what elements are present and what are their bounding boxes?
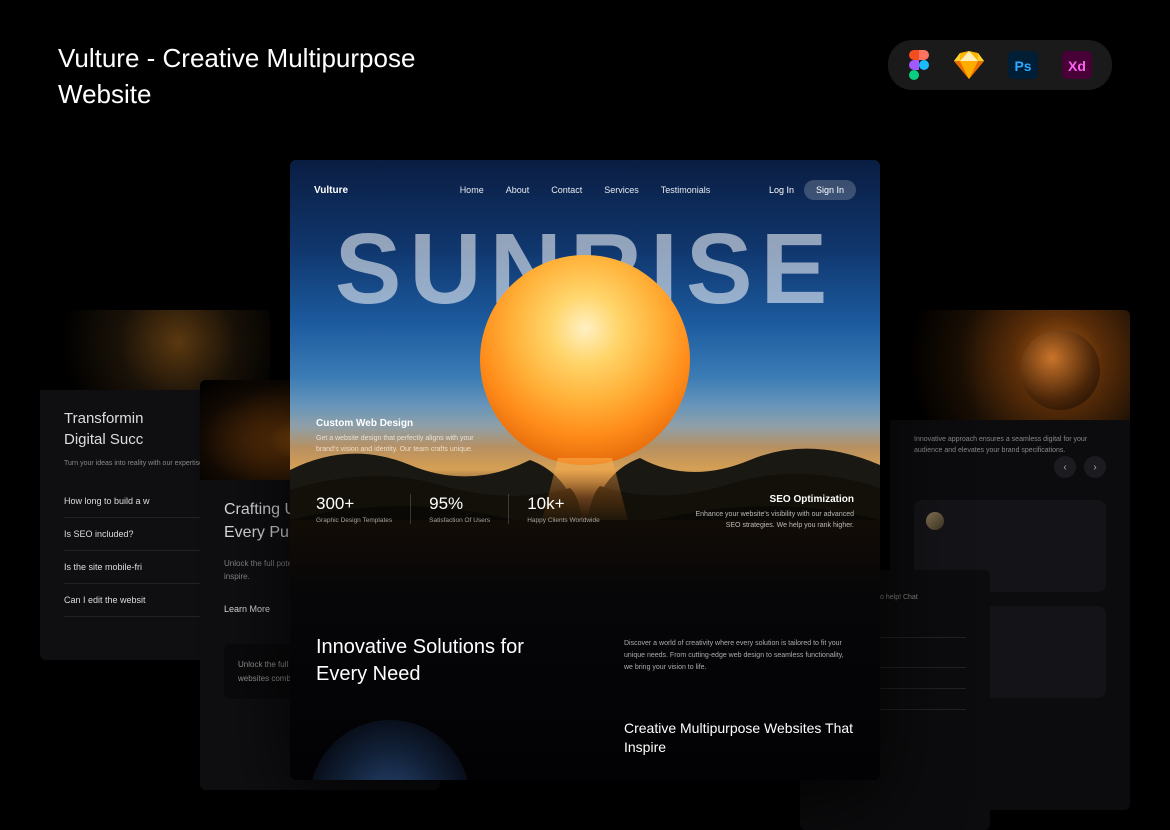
nav-home[interactable]: Home	[460, 185, 484, 195]
stat-label: Happy Clients Worldwide	[527, 517, 600, 524]
feature-title: SEO Optimization	[684, 494, 854, 505]
next-arrow-button[interactable]: ›	[1084, 456, 1106, 478]
stat-label: Graphic Design Templates	[316, 517, 392, 524]
innovative-desc: Discover a world of creativity where eve…	[624, 638, 854, 674]
stat-item: 95% Satisfaction Of Users	[411, 494, 509, 524]
photoshop-icon: Ps	[1008, 51, 1038, 79]
stat-item: 300+ Graphic Design Templates	[316, 494, 411, 524]
tool-badges: Ps Xd	[888, 40, 1112, 90]
bottom-title: Creative Multipurpose Websites That Insp…	[624, 719, 854, 758]
feature-desc: Enhance your website's visibility with o…	[684, 510, 854, 531]
figma-icon	[908, 50, 930, 80]
product-title: Vulture - Creative Multipurpose Website	[58, 40, 488, 113]
prev-arrow-button[interactable]: ‹	[1054, 456, 1076, 478]
stat-label: Satisfaction Of Users	[429, 517, 490, 524]
nav-contact[interactable]: Contact	[551, 185, 582, 195]
login-button[interactable]: Log In	[769, 185, 794, 195]
stat-number: 300+	[316, 494, 392, 514]
bc-frag: Innovative approach ensures a seamless d…	[914, 434, 1106, 456]
svg-text:Xd: Xd	[1068, 58, 1086, 74]
innovative-title: Innovative Solutions for Every Need	[316, 634, 546, 688]
stat-number: 10k+	[527, 494, 600, 514]
xd-icon: Xd	[1062, 51, 1092, 79]
space-image	[40, 310, 270, 390]
svg-text:Ps: Ps	[1014, 58, 1031, 74]
avatar	[926, 512, 944, 530]
signin-button[interactable]: Sign In	[804, 180, 856, 200]
nav-about[interactable]: About	[506, 185, 530, 195]
stat-item: 10k+ Happy Clients Worldwide	[509, 494, 618, 524]
nav-testimonials[interactable]: Testimonials	[661, 185, 711, 195]
stats-row: 300+ Graphic Design Templates 95% Satisf…	[316, 494, 618, 524]
planet-image	[890, 310, 1130, 420]
nav-services[interactable]: Services	[604, 185, 639, 195]
logo[interactable]: Vulture	[314, 185, 348, 196]
feature-desc: Get a website design that perfectly alig…	[316, 434, 486, 455]
feature-title: Custom Web Design	[316, 418, 486, 429]
bc-heading-line1: Transformin	[64, 410, 143, 427]
sketch-icon	[954, 51, 984, 79]
bc-heading-line2: Digital Succ	[64, 431, 143, 448]
hero-card: SUNRISE Vulture Home About Contact Servi…	[290, 160, 880, 780]
stat-number: 95%	[429, 494, 490, 514]
